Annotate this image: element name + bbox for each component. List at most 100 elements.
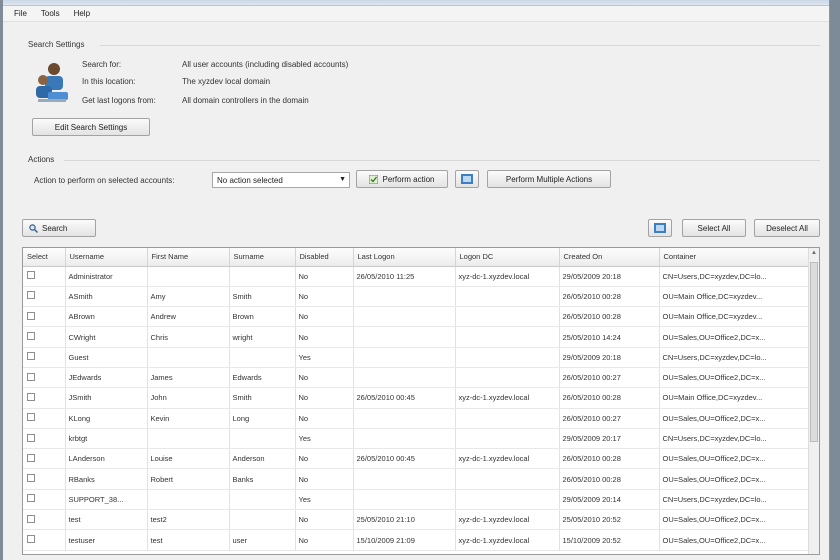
menu-help[interactable]: Help: [74, 9, 90, 18]
cell-select[interactable]: [23, 347, 66, 368]
cell-disabled: No: [295, 408, 354, 429]
row-checkbox[interactable]: [27, 352, 35, 361]
cell-surname: wright: [229, 326, 296, 348]
search-button[interactable]: Search: [22, 219, 96, 237]
perform-multiple-actions-button[interactable]: Perform Multiple Actions: [487, 170, 611, 188]
select-all-button[interactable]: Select All: [682, 219, 746, 237]
column-header-created-on[interactable]: Created On: [559, 248, 660, 267]
row-checkbox[interactable]: [27, 311, 35, 320]
cell-username: JEdwards: [65, 367, 148, 389]
scrollbar-thumb[interactable]: [810, 262, 818, 442]
row-checkbox[interactable]: [27, 332, 35, 341]
menu-file[interactable]: File: [14, 9, 27, 18]
row-checkbox[interactable]: [27, 392, 35, 401]
row-checkbox[interactable]: [27, 413, 35, 422]
cell-last-logon: [353, 306, 456, 328]
table-row[interactable]: ABrown Andrew Brown No 26/05/2010 00:28 OU=Ma…: [23, 306, 810, 328]
actions-divider: [64, 160, 820, 161]
table-row[interactable]: test test2 No 25/05/2010 21:10 xyz-dc-1.xyzd…: [23, 509, 810, 531]
table-row[interactable]: RBanks Robert Banks No 26/05/2010 00:28 OU=Sa…: [23, 468, 810, 490]
cell-select[interactable]: [23, 326, 66, 348]
vertical-scrollbar[interactable]: ▲: [808, 248, 819, 554]
cell-select[interactable]: [23, 408, 66, 429]
column-header-username[interactable]: Username: [65, 248, 148, 267]
cell-container: OU=Sales,OU=Office2,DC=x...: [659, 367, 810, 389]
search-for-value: All user accounts (including disabled ac…: [182, 60, 349, 69]
table-row[interactable]: KLong Kevin Long No 26/05/2010 00:27 OU=Sales…: [23, 408, 810, 429]
cell-disabled: No: [295, 468, 354, 490]
column-header-logon-dc[interactable]: Logon DC: [455, 248, 560, 267]
row-checkbox[interactable]: [27, 271, 35, 280]
cell-surname: Smith: [229, 387, 296, 409]
cell-select[interactable]: [23, 489, 66, 511]
column-header-container[interactable]: Container: [659, 248, 810, 267]
cell-logon-dc: [455, 326, 560, 348]
cell-select[interactable]: [23, 286, 66, 308]
row-checkbox[interactable]: [27, 494, 35, 503]
cell-surname: Brown: [229, 306, 296, 328]
cell-select[interactable]: [23, 266, 66, 287]
cell-select[interactable]: [23, 367, 66, 389]
cell-username: test: [65, 509, 148, 531]
column-header-disabled[interactable]: Disabled: [295, 248, 354, 267]
accounts-grid[interactable]: Select Username First Name Surname Disab…: [22, 247, 820, 555]
column-header-surname[interactable]: Surname: [229, 248, 296, 267]
row-checkbox[interactable]: [27, 291, 35, 300]
column-header-last-logon[interactable]: Last Logon: [353, 248, 456, 267]
row-checkbox[interactable]: [27, 453, 35, 462]
cell-select[interactable]: [23, 529, 66, 551]
table-row[interactable]: JSmith John Smith No 26/05/2010 00:45 xyz-dc-…: [23, 387, 810, 409]
cell-created-on: 26/05/2010 00:28: [559, 306, 660, 328]
row-checkbox[interactable]: [27, 433, 35, 442]
perform-action-button[interactable]: Perform action: [356, 170, 448, 188]
column-header-first-name[interactable]: First Name: [147, 248, 230, 267]
table-row[interactable]: Guest Yes 29/05/2009 20:18 CN=Users,DC=xyzd…: [23, 347, 810, 368]
export-grid-button[interactable]: [648, 219, 672, 237]
table-row[interactable]: SUPPORT_38... Yes 29/05/2009 20:14 CN=Users…: [23, 489, 810, 511]
cell-select[interactable]: [23, 428, 66, 450]
cell-last-logon: [353, 286, 456, 308]
column-header-select[interactable]: Select: [23, 248, 66, 267]
window-edge: [0, 0, 3, 560]
row-checkbox[interactable]: [27, 372, 35, 381]
cell-username: SUPPORT_38...: [65, 489, 148, 511]
row-checkbox[interactable]: [27, 535, 35, 543]
cell-select[interactable]: [23, 468, 66, 490]
table-row[interactable]: LAnderson Louise Anderson No 26/05/2010 00:4…: [23, 448, 810, 470]
cell-container: OU=Sales,OU=Office2,DC=x...: [659, 468, 810, 490]
menu-tools[interactable]: Tools: [41, 9, 60, 18]
accounts-table: Select Username First Name Surname Disab…: [23, 248, 810, 551]
cell-created-on: 26/05/2010 00:28: [559, 448, 660, 470]
scroll-up-icon[interactable]: ▲: [811, 250, 817, 256]
cell-username: CWright: [65, 326, 148, 348]
export-button[interactable]: [455, 170, 479, 188]
table-row[interactable]: testuser test user No 15/10/2009 21:09 xyz-dc…: [23, 529, 810, 551]
cell-last-logon: 26/05/2010 00:45: [353, 448, 456, 470]
main-window: File Tools Help Search Settings Search f…: [0, 0, 830, 560]
table-row[interactable]: Administrator No 26/05/2010 11:25 xyz-dc-1.…: [23, 266, 810, 287]
search-button-label: Search: [42, 223, 68, 233]
cell-created-on: 26/05/2010 00:27: [559, 367, 660, 389]
cell-first-name: [147, 266, 230, 287]
table-row[interactable]: CWright Chris wright No 25/05/2010 14:24 OU=S…: [23, 326, 810, 348]
row-checkbox[interactable]: [27, 514, 35, 523]
cell-logon-dc: [455, 347, 560, 368]
cell-username: testuser: [65, 529, 148, 551]
cell-surname: Long: [229, 408, 296, 429]
edit-search-settings-button[interactable]: Edit Search Settings: [32, 118, 150, 136]
table-row[interactable]: ASmith Amy Smith No 26/05/2010 00:28 OU=Main …: [23, 286, 810, 308]
search-settings-divider: [100, 45, 820, 46]
cell-select[interactable]: [23, 306, 66, 328]
table-row[interactable]: JEdwards James Edwards No 26/05/2010 00:27 OU…: [23, 367, 810, 389]
deselect-all-button[interactable]: Deselect All: [754, 219, 820, 237]
cell-select[interactable]: [23, 387, 66, 409]
cell-container: CN=Users,DC=xyzdev,DC=lo...: [659, 266, 810, 287]
cell-select[interactable]: [23, 448, 66, 470]
cell-first-name: test: [147, 529, 230, 551]
cell-surname: Banks: [229, 468, 296, 490]
action-select[interactable]: No action selected ▼: [212, 172, 350, 188]
row-checkbox[interactable]: [27, 474, 35, 483]
table-row[interactable]: krbtgt Yes 29/05/2009 20:17 CN=Users,DC=xyz…: [23, 428, 810, 450]
cell-logon-dc: xyz-dc-1.xyzdev.local: [455, 266, 560, 287]
cell-select[interactable]: [23, 509, 66, 531]
